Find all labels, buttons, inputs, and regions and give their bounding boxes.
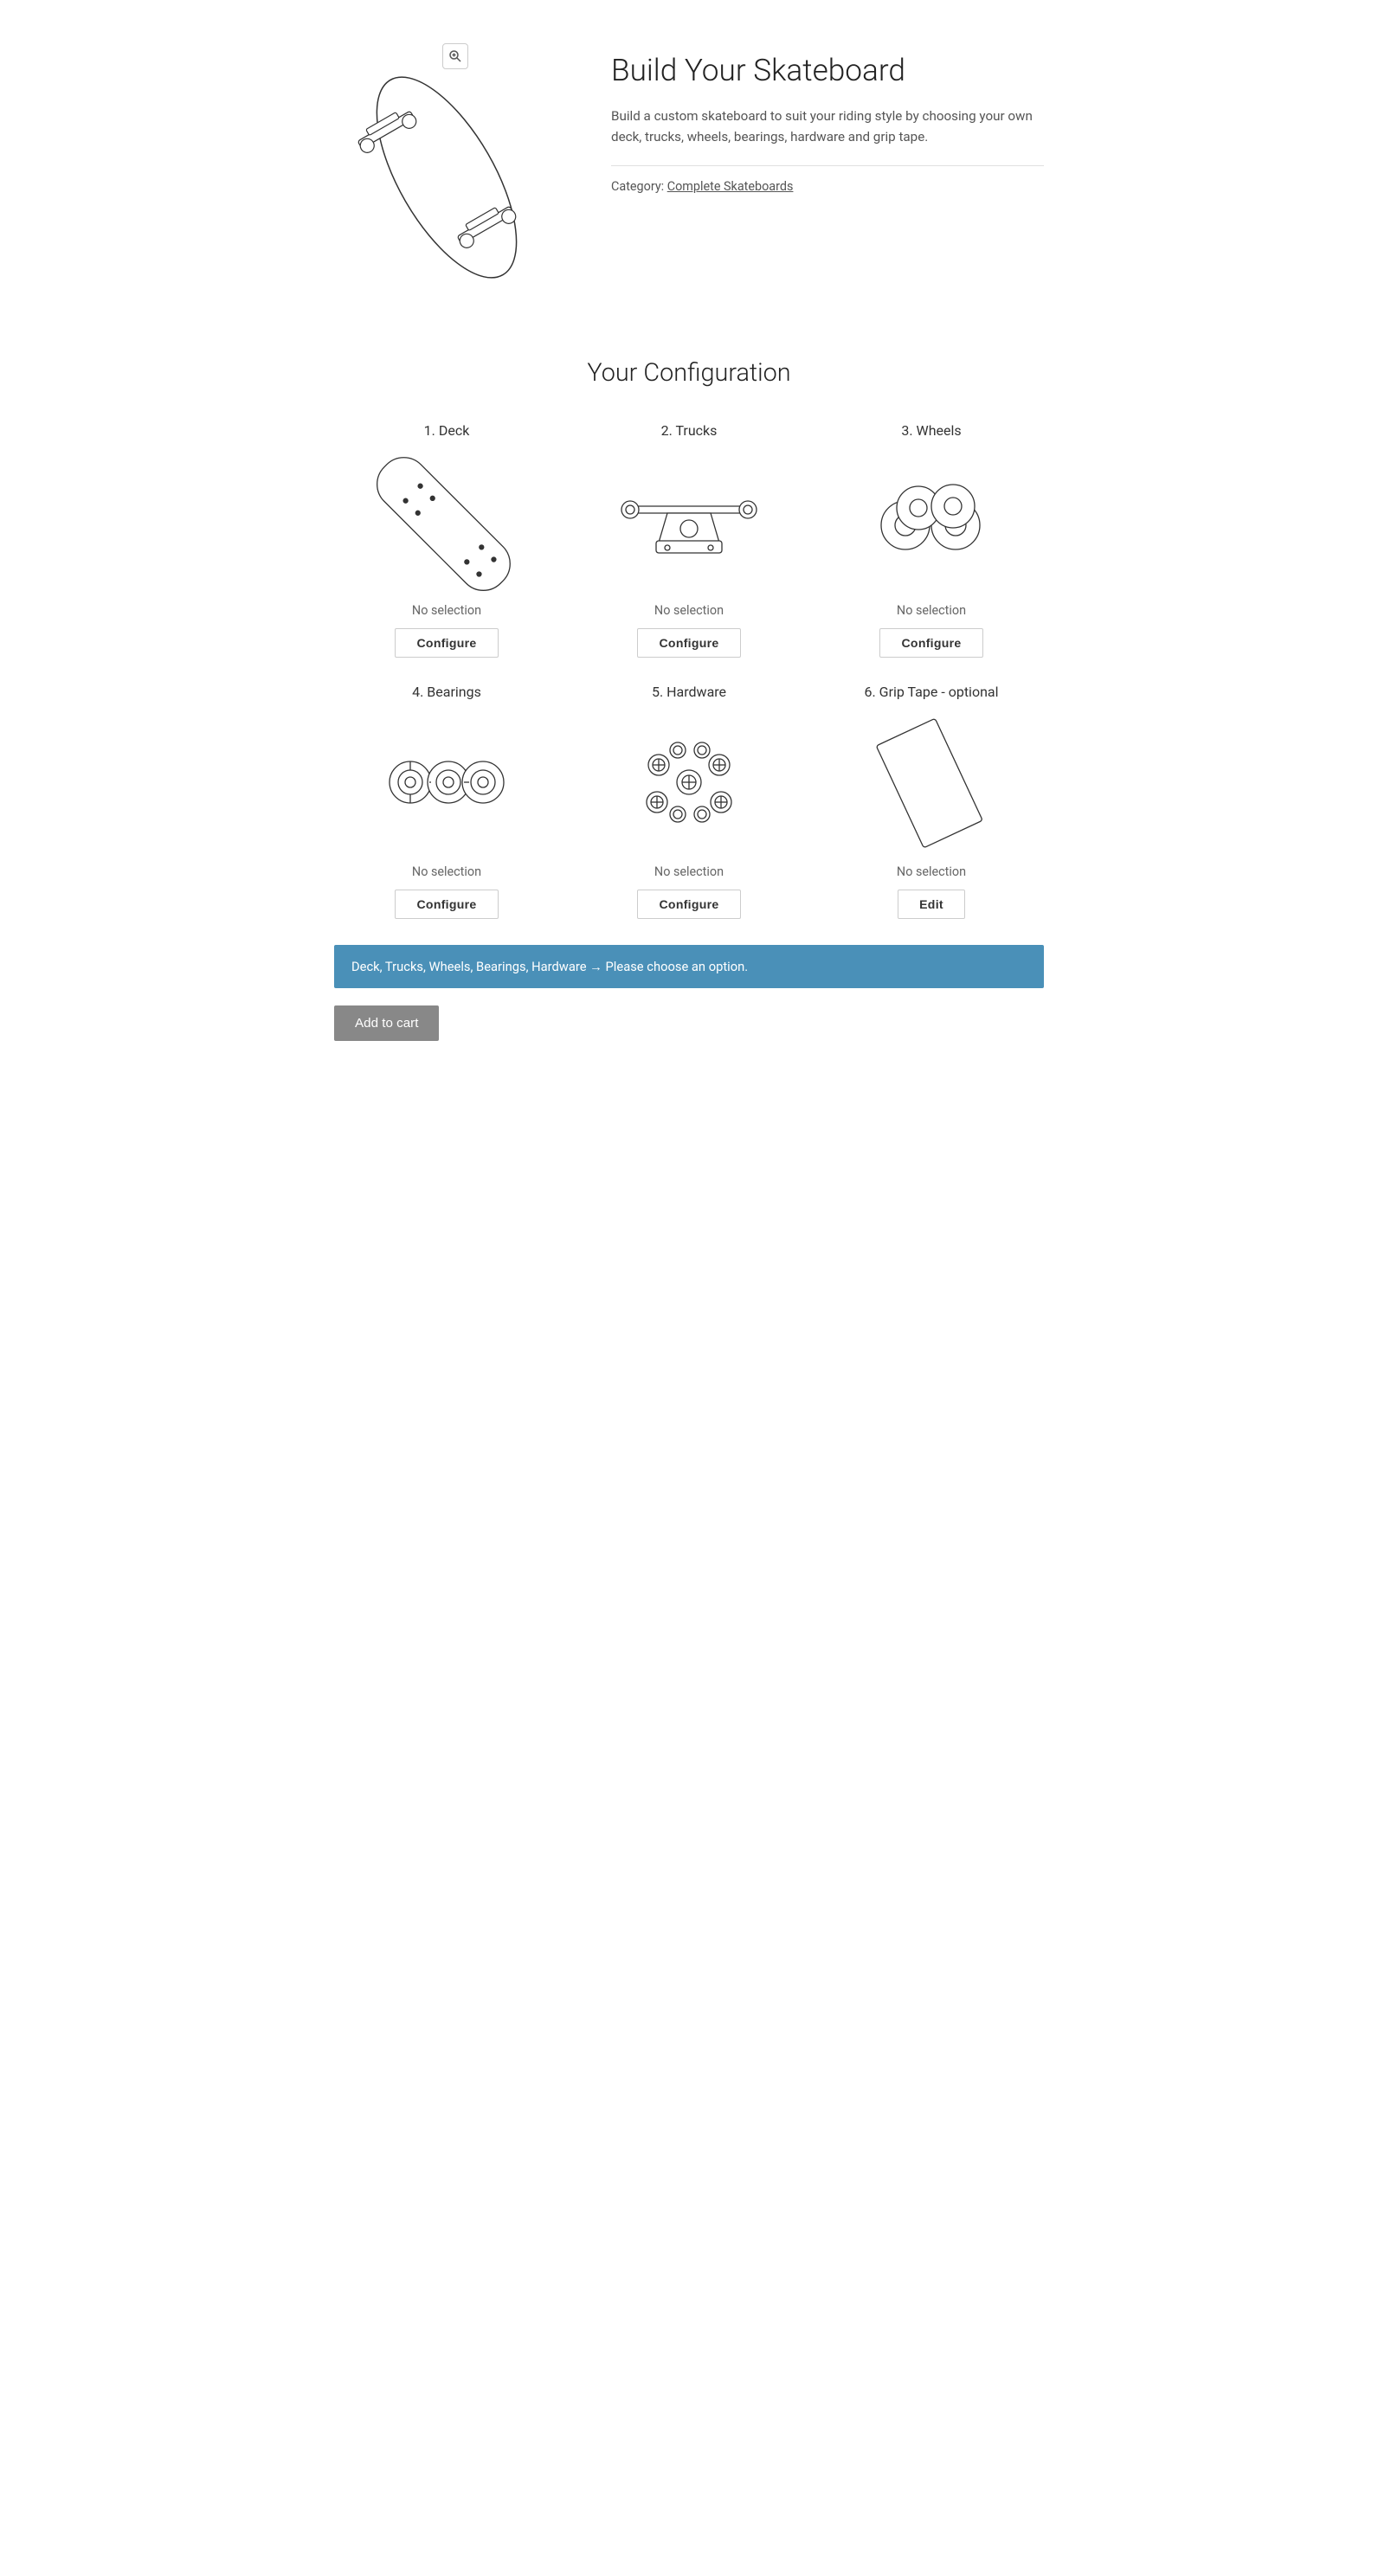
wheels-image bbox=[862, 452, 1001, 590]
product-description: Build a custom skateboard to suit your r… bbox=[611, 106, 1044, 148]
product-divider bbox=[611, 165, 1044, 166]
add-to-cart-button[interactable]: Add to cart bbox=[334, 1005, 439, 1041]
deck-label: 1. Deck bbox=[424, 422, 470, 439]
bearings-image bbox=[377, 713, 516, 851]
config-item-wheels: 3. Wheels No select bbox=[819, 422, 1044, 658]
product-title: Build Your Skateboard bbox=[611, 52, 1044, 88]
product-header: Build Your Skateboard Build a custom ska… bbox=[334, 17, 1044, 341]
grip-tape-edit-button[interactable]: Edit bbox=[898, 890, 965, 919]
trucks-configure-button[interactable]: Configure bbox=[637, 628, 740, 658]
zoom-icon[interactable] bbox=[442, 43, 468, 69]
wheels-selection: No selection bbox=[897, 603, 966, 618]
bearings-label: 4. Bearings bbox=[412, 684, 481, 700]
product-category: Category: Complete Skateboards bbox=[611, 179, 1044, 194]
notice-bar: Deck, Trucks, Wheels, Bearings, Hardware… bbox=[334, 945, 1044, 988]
notice-text: Deck, Trucks, Wheels, Bearings, Hardware… bbox=[351, 959, 748, 974]
trucks-label: 2. Trucks bbox=[661, 422, 718, 439]
category-link[interactable]: Complete Skateboards bbox=[667, 179, 794, 194]
deck-selection: No selection bbox=[412, 603, 481, 618]
config-grid: 1. Deck bbox=[334, 422, 1044, 919]
trucks-selection: No selection bbox=[654, 603, 724, 618]
hardware-label: 5. Hardware bbox=[652, 684, 726, 700]
bearings-configure-button[interactable]: Configure bbox=[395, 890, 498, 919]
configuration-section: Your Configuration 1. Deck bbox=[334, 341, 1044, 1076]
deck-image bbox=[377, 452, 516, 590]
config-item-bearings: 4. Bearings bbox=[334, 684, 559, 919]
hardware-image bbox=[620, 713, 758, 851]
config-item-grip-tape: 6. Grip Tape - optional No selection Edi… bbox=[819, 684, 1044, 919]
skateboard-illustration bbox=[334, 52, 576, 306]
deck-configure-button[interactable]: Configure bbox=[395, 628, 498, 658]
config-title: Your Configuration bbox=[334, 358, 1044, 388]
product-info: Build Your Skateboard Build a custom ska… bbox=[611, 43, 1044, 194]
bearings-selection: No selection bbox=[412, 864, 481, 879]
hardware-selection: No selection bbox=[654, 864, 724, 879]
grip-tape-image bbox=[862, 713, 1001, 851]
wheels-configure-button[interactable]: Configure bbox=[879, 628, 982, 658]
grip-tape-selection: No selection bbox=[897, 864, 966, 879]
config-item-deck: 1. Deck bbox=[334, 422, 559, 658]
config-item-hardware: 5. Hardware bbox=[576, 684, 802, 919]
grip-tape-label: 6. Grip Tape - optional bbox=[864, 684, 998, 700]
config-item-trucks: 2. Trucks bbox=[576, 422, 802, 658]
trucks-image bbox=[620, 452, 758, 590]
product-image-wrap bbox=[334, 43, 576, 306]
wheels-label: 3. Wheels bbox=[901, 422, 961, 439]
hardware-configure-button[interactable]: Configure bbox=[637, 890, 740, 919]
